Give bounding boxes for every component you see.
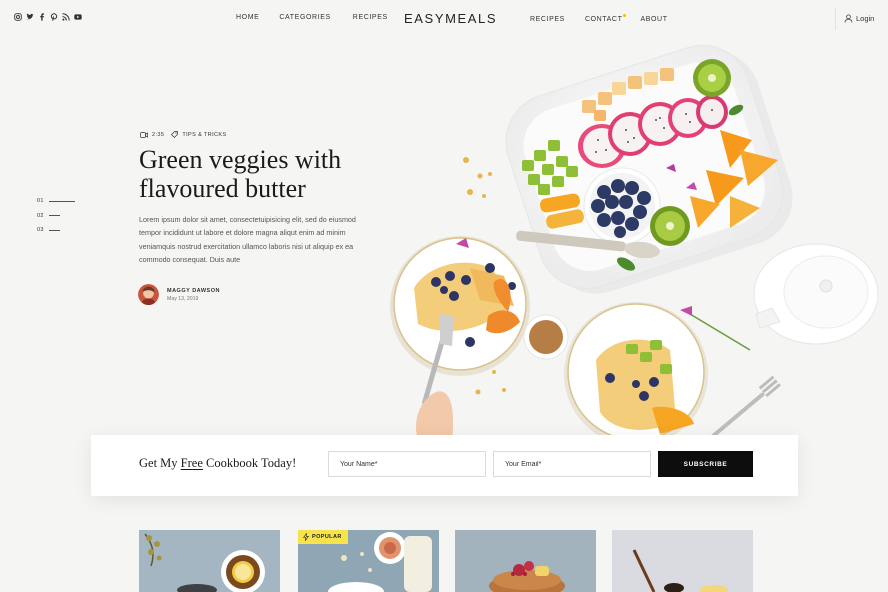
slide-line-active <box>49 200 75 202</box>
tag-icon <box>171 131 179 138</box>
lightning-icon <box>303 533 309 541</box>
badge-label: POPULAR <box>312 534 342 540</box>
author-info: MAGGY DAWSON May 13, 2019 <box>167 288 220 302</box>
site-logo[interactable]: EASYMEALS <box>404 11 497 26</box>
recipe-card-2[interactable]: POPULAR <box>298 530 439 592</box>
social-links <box>14 13 82 21</box>
popular-badge: POPULAR <box>298 530 348 544</box>
slider-pagination: 01 02 03 <box>37 194 75 238</box>
video-camera-icon <box>140 131 148 138</box>
nav-right: RECIPES CONTACT ABOUT <box>530 14 668 23</box>
slide-indicator-3[interactable]: 03 <box>37 223 75 238</box>
post-date: May 13, 2019 <box>167 295 199 302</box>
header-divider <box>835 8 836 30</box>
nav-contact[interactable]: CONTACT <box>584 14 627 23</box>
cookbook-subscribe-bar: Get My Free Cookbook Today! SUBSCRIBE <box>91 435 798 496</box>
site-header: HOME CATEGORIES RECIPES EASYMEALS RECIPE… <box>0 0 888 40</box>
notification-dot <box>623 14 627 17</box>
slide-line <box>49 229 60 231</box>
post-meta: 2:35 TIPS & TRICKS <box>140 131 227 138</box>
author-name[interactable]: MAGGY DAWSON <box>167 288 220 294</box>
login-button[interactable]: Login <box>844 14 874 23</box>
card-image-tea <box>139 530 280 592</box>
recipe-card-3[interactable] <box>455 530 596 592</box>
hero-title-line-1: Green veggies with <box>139 145 342 174</box>
nav-recipes[interactable]: RECIPES <box>353 14 388 21</box>
slide-indicator-1[interactable]: 01 <box>37 194 75 209</box>
user-icon <box>844 14 853 23</box>
author-block: MAGGY DAWSON May 13, 2019 <box>138 284 220 305</box>
subscribe-title-start: Get My <box>139 456 181 470</box>
nav-left: HOME CATEGORIES RECIPES <box>236 14 388 21</box>
card-image-drink <box>612 530 753 592</box>
post-category[interactable]: TIPS & TRICKS <box>182 132 226 138</box>
subscribe-title-end: Cookbook Today! <box>202 456 297 470</box>
nav-categories[interactable]: CATEGORIES <box>279 14 330 21</box>
hero-title[interactable]: Green veggies with flavoured butter <box>139 145 399 203</box>
nav-about[interactable]: ABOUT <box>640 16 667 23</box>
instagram-icon[interactable] <box>14 13 22 21</box>
slide-number: 02 <box>37 212 44 219</box>
slide-line <box>49 215 60 217</box>
recipe-card-1[interactable] <box>139 530 280 592</box>
recipe-card-4[interactable] <box>612 530 753 592</box>
twitter-icon[interactable] <box>26 13 34 21</box>
subscribe-title-emphasis: Free <box>180 456 203 470</box>
rss-icon[interactable] <box>62 13 70 21</box>
subscribe-title: Get My Free Cookbook Today! <box>139 456 296 471</box>
nav-home[interactable]: HOME <box>236 14 259 21</box>
hero-excerpt: Lorem ipsum dolor sit amet, consectetuip… <box>139 215 356 264</box>
youtube-icon[interactable] <box>74 13 82 21</box>
login-label: Login <box>856 14 875 23</box>
name-input[interactable] <box>328 451 486 477</box>
author-avatar[interactable] <box>138 284 159 305</box>
hero-title-line-2: flavoured butter <box>139 174 306 203</box>
subscribe-button[interactable]: SUBSCRIBE <box>658 451 753 477</box>
nav-recipes-right[interactable]: RECIPES <box>530 16 565 23</box>
facebook-icon[interactable] <box>38 13 46 21</box>
slide-indicator-2[interactable]: 02 <box>37 209 75 224</box>
pinterest-icon[interactable] <box>50 13 58 21</box>
slide-number: 01 <box>37 198 44 205</box>
nav-contact-label: CONTACT <box>584 16 623 23</box>
email-input[interactable] <box>493 451 651 477</box>
video-duration: 2:35 <box>152 131 165 138</box>
card-image-pancakes <box>455 530 596 592</box>
slide-number: 03 <box>37 227 44 234</box>
hero-food-image <box>390 44 879 440</box>
